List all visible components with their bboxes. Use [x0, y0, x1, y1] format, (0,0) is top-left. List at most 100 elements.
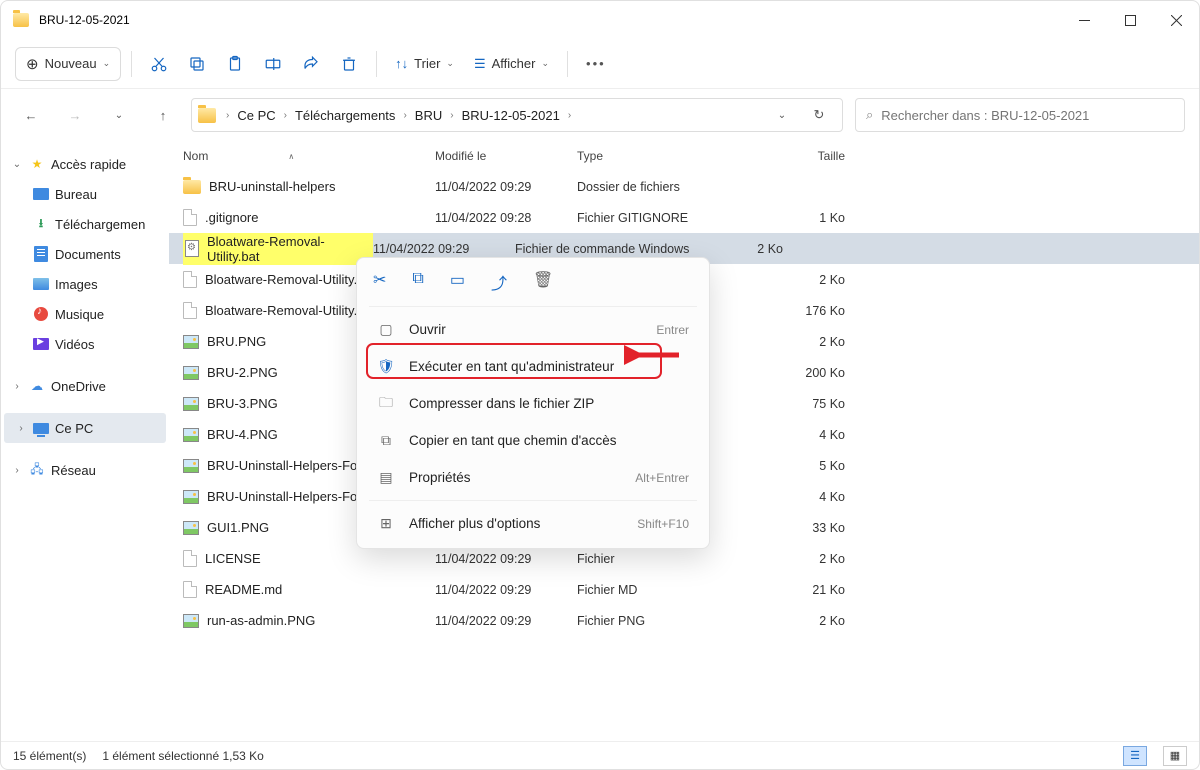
breadcrumb-segment[interactable]: BRU-12-05-2021: [458, 106, 564, 125]
file-name: Bloatware-Removal-Utility.p: [205, 303, 364, 318]
refresh-button[interactable]: ↻: [802, 107, 836, 123]
sidebar-documents[interactable]: Documents: [1, 239, 169, 269]
up-button[interactable]: ↑: [147, 99, 179, 131]
file-name: BRU-Uninstall-Helpers-Folde: [207, 458, 375, 473]
sidebar-desktop[interactable]: Bureau: [1, 179, 169, 209]
ctx-copy-icon[interactable]: ⧉: [412, 270, 423, 294]
address-dropdown[interactable]: ⌄: [766, 99, 798, 131]
view-icons-button[interactable]: ▦: [1163, 746, 1187, 766]
file-row[interactable]: BRU-uninstall-helpers11/04/2022 09:29Dos…: [169, 171, 1199, 202]
rename-button[interactable]: [256, 47, 290, 81]
minimize-button[interactable]: [1061, 1, 1107, 39]
file-type: Fichier: [577, 552, 773, 566]
window-title: BRU-12-05-2021: [39, 13, 130, 27]
sidebar-downloads[interactable]: ⭳Téléchargemen: [1, 209, 169, 239]
file-size: 2 Ko: [711, 242, 783, 256]
file-row[interactable]: README.md11/04/2022 09:29Fichier MD21 Ko: [169, 574, 1199, 605]
file-size: 2 Ko: [773, 273, 845, 287]
folder-icon: [198, 108, 216, 123]
sidebar-network[interactable]: ›🖧Réseau: [1, 455, 169, 485]
ctx-compress-zip[interactable]: 🗀Compresser dans le fichier ZIP: [361, 385, 705, 422]
new-button[interactable]: ⊕Nouveau⌄: [15, 47, 121, 81]
ctx-copy-path[interactable]: ⧉Copier en tant que chemin d'accès: [361, 422, 705, 459]
header-modified[interactable]: Modifié le: [435, 149, 577, 163]
file-size: 1 Ko: [773, 211, 845, 225]
ctx-delete-icon[interactable]: 🗑: [533, 270, 553, 294]
file-size: 4 Ko: [773, 428, 845, 442]
header-name[interactable]: Nom∧: [183, 149, 435, 163]
folder-icon: [13, 13, 29, 27]
file-size: 75 Ko: [773, 397, 845, 411]
header-type[interactable]: Type: [577, 149, 773, 163]
file-size: 21 Ko: [773, 583, 845, 597]
file-row[interactable]: .gitignore11/04/2022 09:28Fichier GITIGN…: [169, 202, 1199, 233]
png-icon: [183, 366, 199, 380]
delete-button[interactable]: [332, 47, 366, 81]
forward-button[interactable]: →: [59, 99, 91, 131]
ctx-more-options[interactable]: ⊞Afficher plus d'optionsShift+F10: [361, 505, 705, 542]
file-name: README.md: [205, 582, 282, 597]
sidebar: ⌄★Accès rapide Bureau ⭳Téléchargemen Doc…: [1, 141, 169, 741]
more-button[interactable]: •••: [578, 47, 614, 81]
file-icon: [183, 271, 197, 288]
status-count: 15 élément(s): [13, 749, 86, 763]
sort-button[interactable]: ↑↓Trier⌄: [387, 47, 462, 81]
file-icon: [183, 209, 197, 226]
recent-button[interactable]: ⌄: [103, 99, 135, 131]
ctx-open[interactable]: ▢OuvrirEntrer: [361, 311, 705, 348]
png-icon: [183, 614, 199, 628]
ctx-run-as-admin[interactable]: 🛡Exécuter en tant qu'administrateur: [361, 348, 705, 385]
titlebar: BRU-12-05-2021: [1, 1, 1199, 39]
file-size: 176 Ko: [773, 304, 845, 318]
png-icon: [183, 428, 199, 442]
search-icon: ⌕: [866, 107, 873, 123]
search-input[interactable]: [881, 108, 1174, 123]
share-button[interactable]: [294, 47, 328, 81]
file-name: BRU-Uninstall-Helpers-Folde: [207, 489, 375, 504]
toolbar: ⊕Nouveau⌄ ↑↓Trier⌄ ☰Afficher⌄ •••: [1, 39, 1199, 89]
breadcrumb-segment[interactable]: Téléchargements: [291, 106, 399, 125]
paste-button[interactable]: [218, 47, 252, 81]
file-icon: [183, 550, 197, 567]
file-name: Bloatware-Removal-Utility.bat: [207, 234, 371, 264]
ctx-properties[interactable]: ▤PropriétésAlt+Entrer: [361, 459, 705, 496]
file-modified: 11/04/2022 09:29: [435, 614, 577, 628]
column-headers: Nom∧ Modifié le Type Taille: [169, 141, 1199, 171]
ctx-share-icon[interactable]: ⤴: [491, 270, 507, 294]
sidebar-quick-access[interactable]: ⌄★Accès rapide: [1, 149, 169, 179]
sidebar-this-pc[interactable]: ›Ce PC: [4, 413, 166, 443]
ctx-rename-icon[interactable]: ▭: [450, 270, 465, 294]
view-details-button[interactable]: ☰: [1123, 746, 1147, 766]
file-type: Fichier GITIGNORE: [577, 211, 773, 225]
header-size[interactable]: Taille: [773, 149, 845, 163]
file-name: GUI1.PNG: [207, 520, 269, 535]
copy-button[interactable]: [180, 47, 214, 81]
png-icon: [183, 521, 199, 535]
ctx-cut-icon[interactable]: ✂: [373, 270, 386, 294]
file-name: BRU-2.PNG: [207, 365, 278, 380]
close-button[interactable]: [1153, 1, 1199, 39]
file-row[interactable]: run-as-admin.PNG11/04/2022 09:29Fichier …: [169, 605, 1199, 636]
sidebar-images[interactable]: Images: [1, 269, 169, 299]
status-selection: 1 élément sélectionné 1,53 Ko: [102, 749, 263, 763]
navbar: ← → ⌄ ↑ › Ce PC› Téléchargements› BRU› B…: [1, 89, 1199, 141]
file-size: 2 Ko: [773, 552, 845, 566]
cut-button[interactable]: [142, 47, 176, 81]
sidebar-music[interactable]: Musique: [1, 299, 169, 329]
file-name: Bloatware-Removal-Utility.in: [205, 272, 367, 287]
folder-icon: [183, 180, 201, 194]
png-icon: [183, 459, 199, 473]
status-bar: 15 élément(s) 1 élément sélectionné 1,53…: [1, 741, 1199, 769]
breadcrumb-segment[interactable]: Ce PC: [233, 106, 279, 125]
search-box[interactable]: ⌕: [855, 98, 1185, 132]
file-modified: 11/04/2022 09:29: [435, 180, 577, 194]
file-size: 5 Ko: [773, 459, 845, 473]
address-bar[interactable]: › Ce PC› Téléchargements› BRU› BRU-12-05…: [191, 98, 843, 132]
file-size: 4 Ko: [773, 490, 845, 504]
sidebar-videos[interactable]: Vidéos: [1, 329, 169, 359]
maximize-button[interactable]: [1107, 1, 1153, 39]
back-button[interactable]: ←: [15, 99, 47, 131]
view-button[interactable]: ☰Afficher⌄: [466, 47, 557, 81]
sidebar-onedrive[interactable]: ›☁OneDrive: [1, 371, 169, 401]
breadcrumb-segment[interactable]: BRU: [411, 106, 446, 125]
